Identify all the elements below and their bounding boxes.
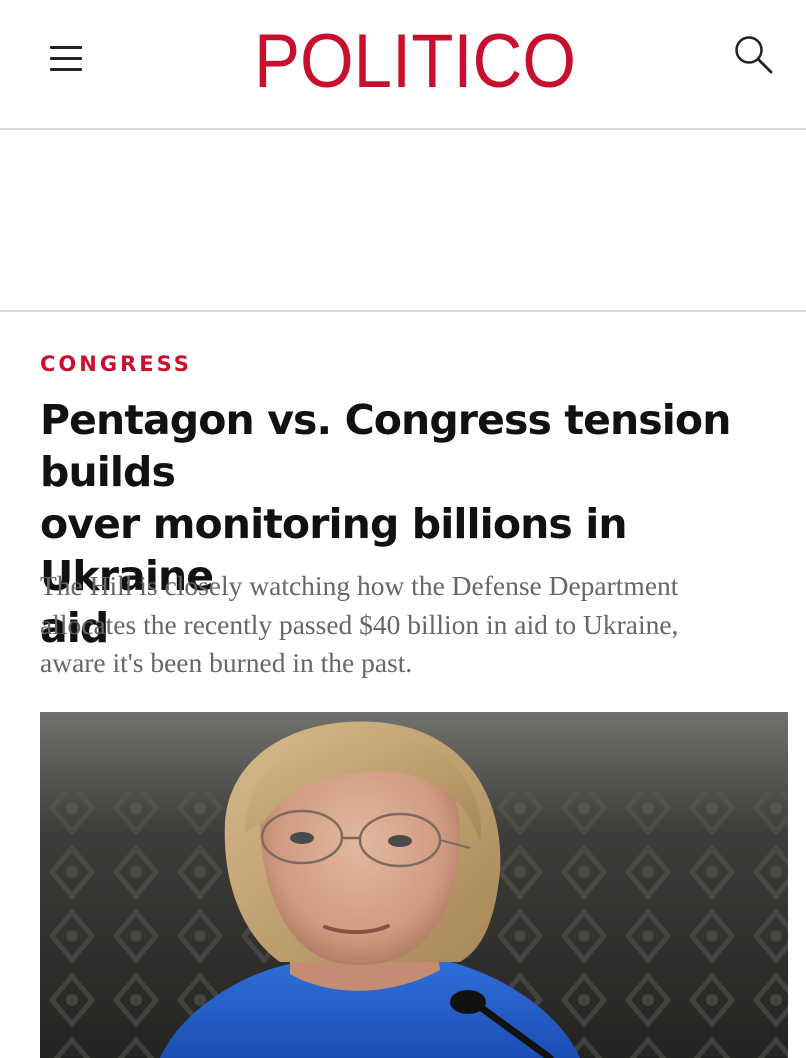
hamburger-menu-icon[interactable]	[48, 42, 84, 76]
category-link[interactable]: CONGRESS	[40, 352, 192, 376]
dek-line: aware it's been burned in the past.	[40, 647, 413, 678]
menu-line	[50, 57, 82, 60]
ad-slot	[0, 130, 806, 312]
article-dek: The Hill is closely watching how the Def…	[40, 567, 780, 683]
logo-wordmark: POLITICO	[254, 19, 576, 98]
dek-line: The Hill is closely watching how the Def…	[40, 570, 679, 601]
search-icon[interactable]	[732, 33, 776, 77]
site-logo[interactable]: POLITICO	[250, 18, 580, 98]
menu-line	[50, 46, 82, 49]
menu-line	[50, 68, 82, 71]
logo-text: POLITICO	[254, 19, 576, 98]
dek-line: allocates the recently passed $40 billio…	[40, 608, 679, 640]
page: POLITICO CONGRESS Pentagon vs. Congress …	[0, 0, 806, 1058]
site-header: POLITICO	[0, 0, 806, 130]
hero-image[interactable]	[40, 712, 788, 1058]
hero-photo-illustration	[40, 712, 788, 1058]
headline-line: Pentagon vs. Congress tension builds	[40, 396, 731, 496]
